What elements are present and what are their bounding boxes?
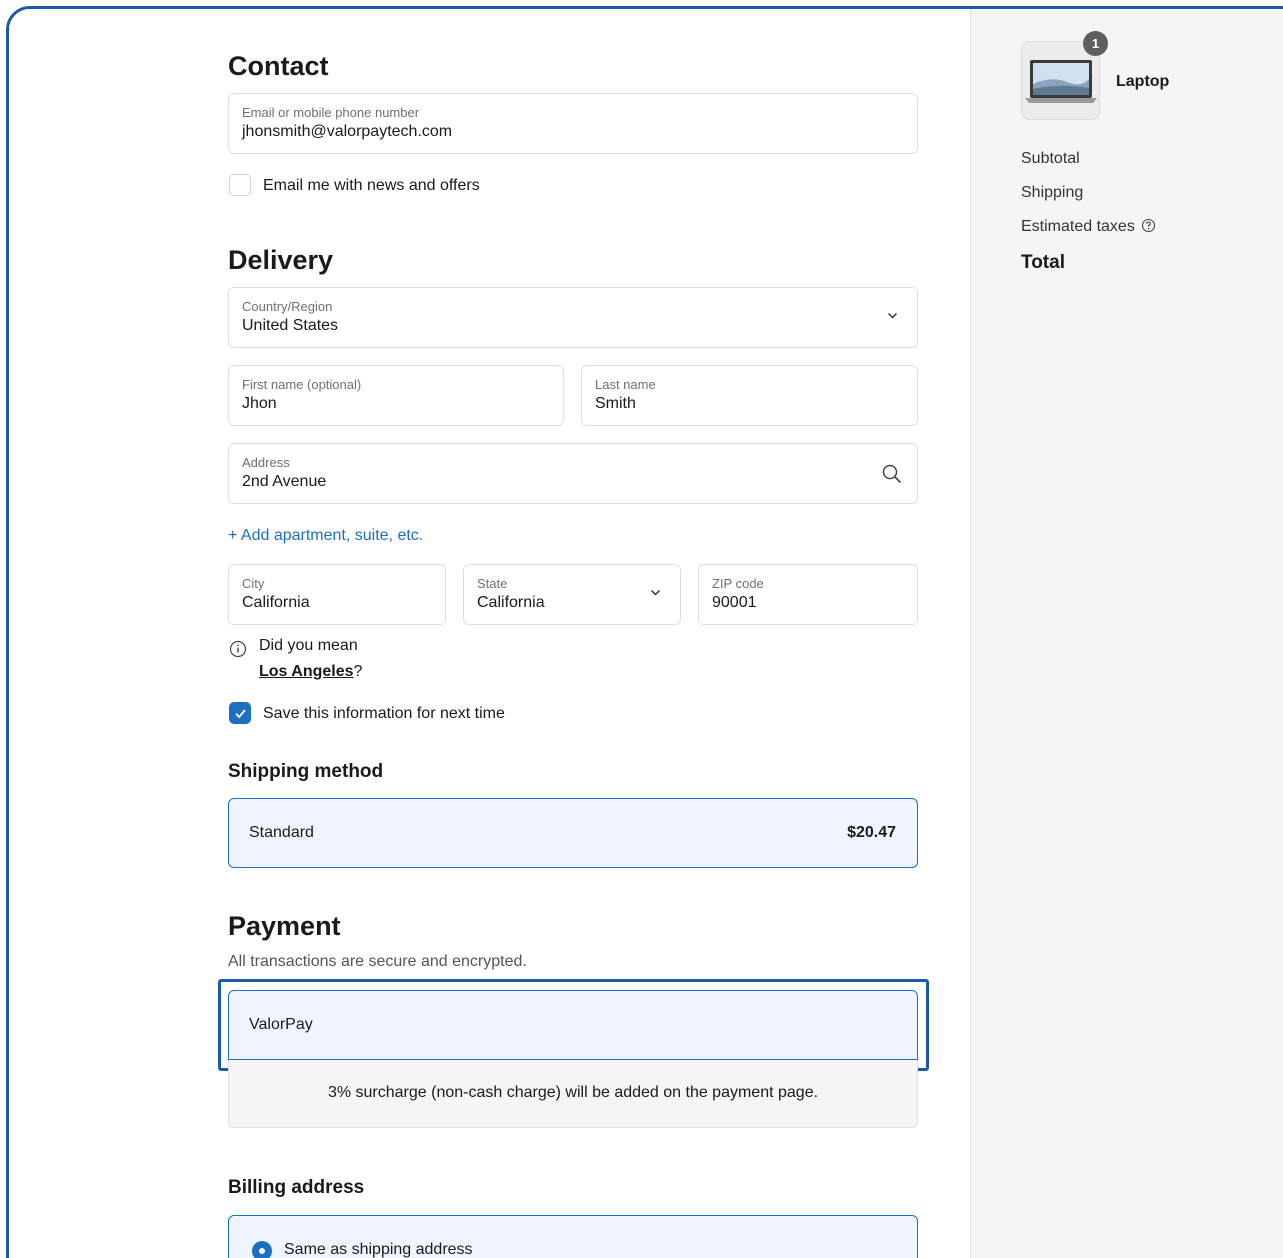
address-suggestion: Los Angeles? — [259, 663, 362, 681]
first-name-value[interactable]: Jhon — [242, 394, 550, 414]
email-field[interactable]: Email or mobile phone number jhonsmith@v… — [228, 93, 918, 154]
address-label: Address — [242, 455, 290, 470]
payment-heading: Payment — [228, 911, 341, 941]
taxes-label: Estimated taxes — [1021, 218, 1135, 235]
last-name-value[interactable]: Smith — [595, 394, 904, 414]
state-select[interactable]: State California — [463, 564, 681, 625]
shipping-label: Shipping — [1021, 184, 1084, 201]
subtotal-label: Subtotal — [1021, 150, 1080, 167]
shipping-option-price: $20.47 — [847, 824, 896, 841]
total-label: Total — [1021, 252, 1065, 273]
state-label: State — [477, 576, 508, 591]
checkout-window: Contact Email or mobile phone number jho… — [6, 6, 1283, 1258]
city-label: City — [242, 576, 265, 591]
last-name-label: Last name — [595, 377, 656, 392]
delivery-heading: Delivery — [228, 245, 334, 275]
billing-option-same[interactable]: Same as shipping address — [228, 1215, 918, 1258]
payment-option-name: ValorPay — [249, 1016, 313, 1033]
first-name-label: First name (optional) — [242, 377, 362, 392]
news-checkbox[interactable] — [229, 174, 251, 196]
state-value: California — [477, 594, 545, 611]
suggested-city-link[interactable]: Los Angeles — [259, 663, 354, 680]
address-suggestion-text: Did you mean — [259, 637, 358, 654]
checkmark-icon — [235, 709, 246, 719]
address-field[interactable]: Address 2nd Avenue — [228, 443, 918, 504]
contact-heading: Contact — [228, 51, 329, 81]
quantity-badge: 1 — [1083, 31, 1108, 56]
suggestion-suffix: ? — [353, 663, 363, 680]
question-icon[interactable] — [1141, 218, 1156, 233]
billing-heading: Billing address — [228, 1177, 365, 1198]
last-name-field[interactable]: Last name Smith — [581, 365, 918, 426]
taxes-row: Estimated taxes — [1021, 218, 1156, 236]
address-value[interactable]: 2nd Avenue — [242, 472, 904, 492]
product-thumbnail: 1 — [1021, 31, 1108, 120]
chevron-down-icon — [650, 587, 661, 597]
first-name-field[interactable]: First name (optional) Jhon — [228, 365, 564, 426]
country-select-value: United States — [242, 317, 339, 334]
country-select-label: Country/Region — [242, 299, 333, 314]
search-icon[interactable] — [881, 463, 903, 485]
billing-same-label: Same as shipping address — [284, 1241, 473, 1258]
shipping-option-standard[interactable]: Standard $20.47 — [228, 798, 918, 868]
add-apartment-link[interactable]: + Add apartment, suite, etc. — [228, 527, 423, 545]
checkout-form: Contact Email or mobile phone number jho… — [9, 9, 969, 1258]
shipping-option-name: Standard — [249, 824, 314, 841]
news-checkbox-label[interactable]: Email me with news and offers — [263, 177, 480, 195]
product-name: Laptop — [1116, 73, 1170, 90]
chevron-down-icon — [887, 310, 898, 320]
shipping-method-heading: Shipping method — [228, 761, 384, 782]
info-icon — [229, 640, 247, 658]
surcharge-note: 3% surcharge (non-cash charge) will be a… — [228, 1060, 918, 1128]
billing-same-radio[interactable] — [252, 1241, 272, 1258]
country-select[interactable]: Country/Region United States — [228, 287, 918, 348]
payment-subtext: All transactions are secure and encrypte… — [228, 953, 527, 970]
zip-value[interactable]: 90001 — [712, 593, 904, 613]
email-field-label: Email or mobile phone number — [242, 105, 420, 120]
order-summary: 1 Laptop Subtotal Shipping Estimated tax… — [970, 9, 1283, 1258]
city-field[interactable]: City California — [228, 564, 446, 625]
payment-option-valorpay[interactable]: ValorPay — [228, 990, 918, 1060]
save-info-label[interactable]: Save this information for next time — [263, 705, 505, 723]
email-field-value[interactable]: jhonsmith@valorpaytech.com — [242, 122, 904, 142]
city-value[interactable]: California — [242, 593, 432, 613]
save-info-checkbox[interactable] — [229, 702, 251, 724]
zip-label: ZIP code — [712, 576, 764, 591]
zip-field[interactable]: ZIP code 90001 — [698, 564, 918, 625]
